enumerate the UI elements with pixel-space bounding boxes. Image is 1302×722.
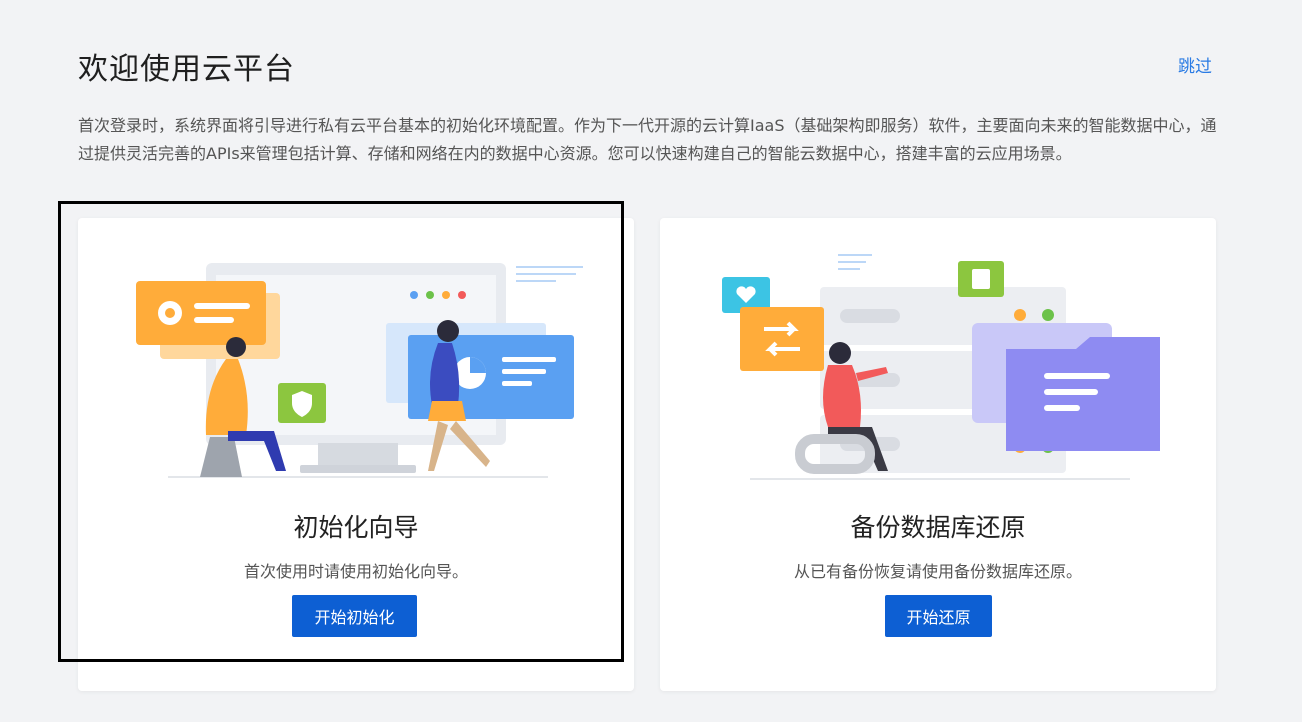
card-title: 初始化向导 <box>293 513 419 542</box>
init-wizard-card: 初始化向导 首次使用时请使用初始化向导。 开始初始化 <box>78 218 634 691</box>
card-title: 备份数据库还原 <box>850 513 1026 542</box>
start-init-button[interactable]: 开始初始化 <box>292 595 417 637</box>
card-description: 从已有备份恢复请使用备份数据库还原。 <box>793 562 1082 581</box>
setup-wizard-illustration <box>136 263 583 478</box>
page-title: 欢迎使用云平台 <box>78 52 295 87</box>
skip-link[interactable]: 跳过 <box>1178 52 1212 77</box>
start-restore-button[interactable]: 开始还原 <box>885 595 992 637</box>
database-restore-illustration <box>722 254 1160 480</box>
card-description: 首次使用时请使用初始化向导。 <box>243 562 468 581</box>
db-restore-card: 备份数据库还原 从已有备份恢复请使用备份数据库还原。 开始还原 <box>660 218 1216 691</box>
intro-description: 首次登录时，系统界面将引导进行私有云平台基本的初始化环境配置。作为下一代开源的云… <box>78 116 1217 163</box>
